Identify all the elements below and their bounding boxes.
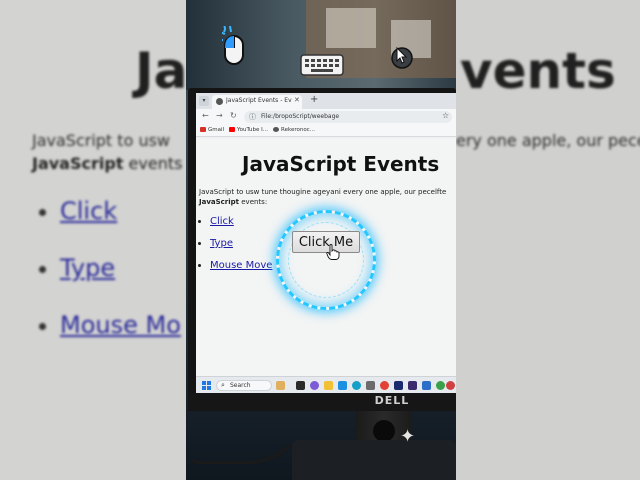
list-item: Type <box>210 238 272 249</box>
click-glow-ring <box>276 210 376 310</box>
tab-javascript-events[interactable]: JavaScript Events - Events ✕ <box>212 95 302 109</box>
background-list-item: Mouse Mo <box>60 311 181 339</box>
youtube-icon <box>229 127 235 132</box>
forward-button[interactable]: → <box>216 111 223 120</box>
bookmark-star-icon[interactable]: ☆ <box>442 111 449 120</box>
taskbar-search-box[interactable]: ⌕ Search <box>216 380 272 391</box>
taskbar-search-label: Search <box>230 382 251 389</box>
taskbar-task-view-icon[interactable] <box>296 381 305 390</box>
monitor-brand-logo: DELL <box>374 394 410 407</box>
page-paragraph: JavaScript to usw tune thougine ageyani … <box>199 188 447 196</box>
taskbar-app4-icon[interactable] <box>446 381 455 390</box>
background-paragraph-bold: JavaScript events <box>32 154 183 173</box>
hand-cursor-icon <box>326 244 340 260</box>
event-list: Click Type Mouse Move <box>210 216 272 282</box>
background-event-list: Click Type Mouse Mo <box>60 197 181 368</box>
windows-start-icon[interactable] <box>202 381 211 390</box>
new-tab-button[interactable]: + <box>310 94 318 105</box>
search-icon: ⌕ <box>221 381 225 389</box>
taskbar-photoshop-icon[interactable] <box>394 381 403 390</box>
bookmarks-bar: Gmail YouTube I... Rekeronoc... <box>196 125 456 137</box>
page-title: JavaScript Events <box>242 152 440 176</box>
taskbar-widget-icon[interactable] <box>276 381 285 390</box>
bookmark-third[interactable]: Rekeronoc... <box>273 127 315 133</box>
browser-tab-bar: ▾ JavaScript Events - Events ✕ + <box>196 93 456 109</box>
browser-toolbar: ← → ↻ ⓘ File:/bropoScript/weebage ☆ <box>196 109 456 125</box>
monitor-base <box>292 440 456 480</box>
link-click[interactable]: Click <box>210 216 234 227</box>
bookmark-youtube[interactable]: YouTube I... <box>229 127 268 133</box>
taskbar-store-icon[interactable] <box>338 381 347 390</box>
taskbar-app2-icon[interactable] <box>422 381 431 390</box>
address-bar[interactable]: ⓘ File:/bropoScript/weebage ☆ <box>244 111 452 123</box>
monitor-screen: ▾ JavaScript Events - Events ✕ + ← → ↻ ⓘ… <box>196 93 456 393</box>
tab-close-icon[interactable]: ✕ <box>294 96 300 104</box>
tab-search-dropdown-icon[interactable]: ▾ <box>199 96 209 106</box>
cursor-icon <box>391 46 413 69</box>
tab-favicon-icon <box>216 98 223 105</box>
windows-taskbar: ⌕ Search <box>196 376 456 393</box>
page-paragraph-line2: JavaScript events: <box>199 198 268 206</box>
taskbar-file-explorer-icon[interactable] <box>324 381 333 390</box>
bookmark-gmail[interactable]: Gmail <box>200 127 224 133</box>
sparkle-icon: ✦ <box>400 426 416 447</box>
link-type[interactable]: Type <box>210 238 233 249</box>
taskbar-chrome-icon[interactable] <box>380 381 389 390</box>
link-mouse-move[interactable]: Mouse Move <box>210 260 272 271</box>
background-right-panel: vents ery one apple, our pecelfte <box>456 0 640 480</box>
gmail-icon <box>200 127 206 132</box>
background-paragraph-right: ery one apple, our pecelfte <box>456 131 640 150</box>
back-button[interactable]: ← <box>202 111 209 120</box>
background-heading: Ja <box>135 42 186 100</box>
background-list-item: Type <box>60 254 181 282</box>
list-item: Mouse Move <box>210 260 272 271</box>
background-paragraph: JavaScript to usw <box>32 131 170 150</box>
site-info-icon[interactable]: ⓘ <box>249 112 256 122</box>
reload-button[interactable]: ↻ <box>230 111 237 120</box>
taskbar-app-icon[interactable] <box>366 381 375 390</box>
tab-title: JavaScript Events - Events <box>226 97 292 104</box>
monitor-chin <box>188 393 456 411</box>
background-left-panel: Ja JavaScript to usw JavaScript events C… <box>0 0 186 480</box>
globe-icon <box>273 127 279 132</box>
mouse-icon <box>222 26 244 65</box>
keyboard-icon <box>300 54 344 76</box>
web-page-content: JavaScript Events JavaScript to usw tune… <box>196 138 456 376</box>
background-heading-right: vents <box>460 42 616 100</box>
taskbar-app3-icon[interactable] <box>436 381 445 390</box>
taskbar-edge-icon[interactable] <box>352 381 361 390</box>
taskbar-copilot-icon[interactable] <box>310 381 319 390</box>
taskbar-premiere-icon[interactable] <box>408 381 417 390</box>
address-url[interactable]: File:/bropoScript/weebage <box>261 113 339 120</box>
background-list-item: Click <box>60 197 181 225</box>
list-item: Click <box>210 216 272 227</box>
